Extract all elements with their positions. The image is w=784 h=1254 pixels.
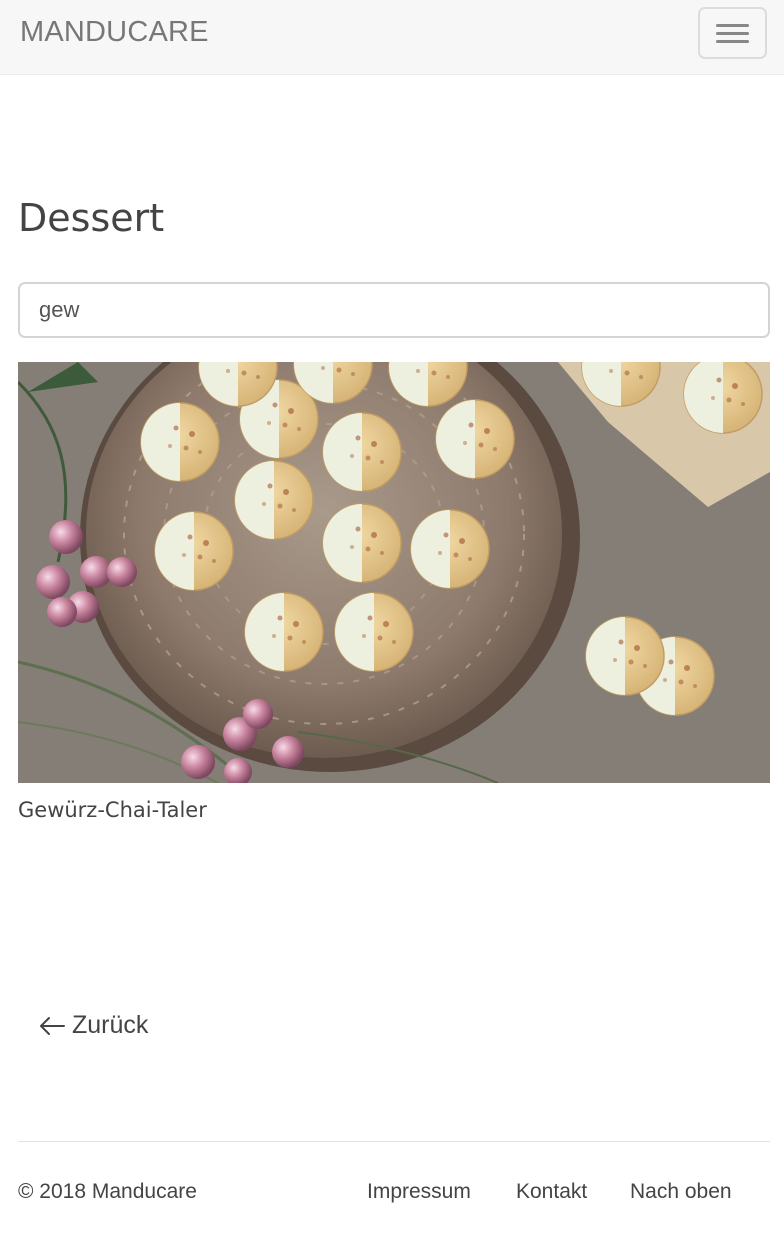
footer-link-kontakt[interactable]: Kontakt bbox=[516, 1180, 587, 1204]
menu-toggle-button[interactable] bbox=[698, 7, 767, 59]
navbar: MANDUCARE bbox=[0, 0, 784, 75]
arrow-left-icon bbox=[40, 1016, 65, 1035]
recipe-image[interactable] bbox=[18, 362, 770, 783]
back-link-label: Zurück bbox=[72, 1011, 149, 1039]
footer-divider bbox=[18, 1141, 770, 1142]
back-link[interactable]: Zurück bbox=[38, 1011, 148, 1040]
search-input[interactable] bbox=[18, 282, 770, 338]
page-title: Dessert bbox=[18, 196, 165, 240]
footer-link-nach-oben[interactable]: Nach oben bbox=[630, 1180, 732, 1204]
recipe-title[interactable]: Gewürz-Chai-Taler bbox=[18, 798, 207, 822]
hamburger-menu-icon bbox=[716, 24, 749, 27]
footer-link-impressum[interactable]: Impressum bbox=[367, 1180, 471, 1204]
brand-logo[interactable]: MANDUCARE bbox=[20, 16, 209, 49]
hamburger-menu-icon-bar bbox=[716, 32, 749, 35]
footer-nav: Impressum Kontakt Nach oben bbox=[0, 1180, 784, 1210]
hamburger-menu-icon-bar bbox=[716, 40, 749, 43]
